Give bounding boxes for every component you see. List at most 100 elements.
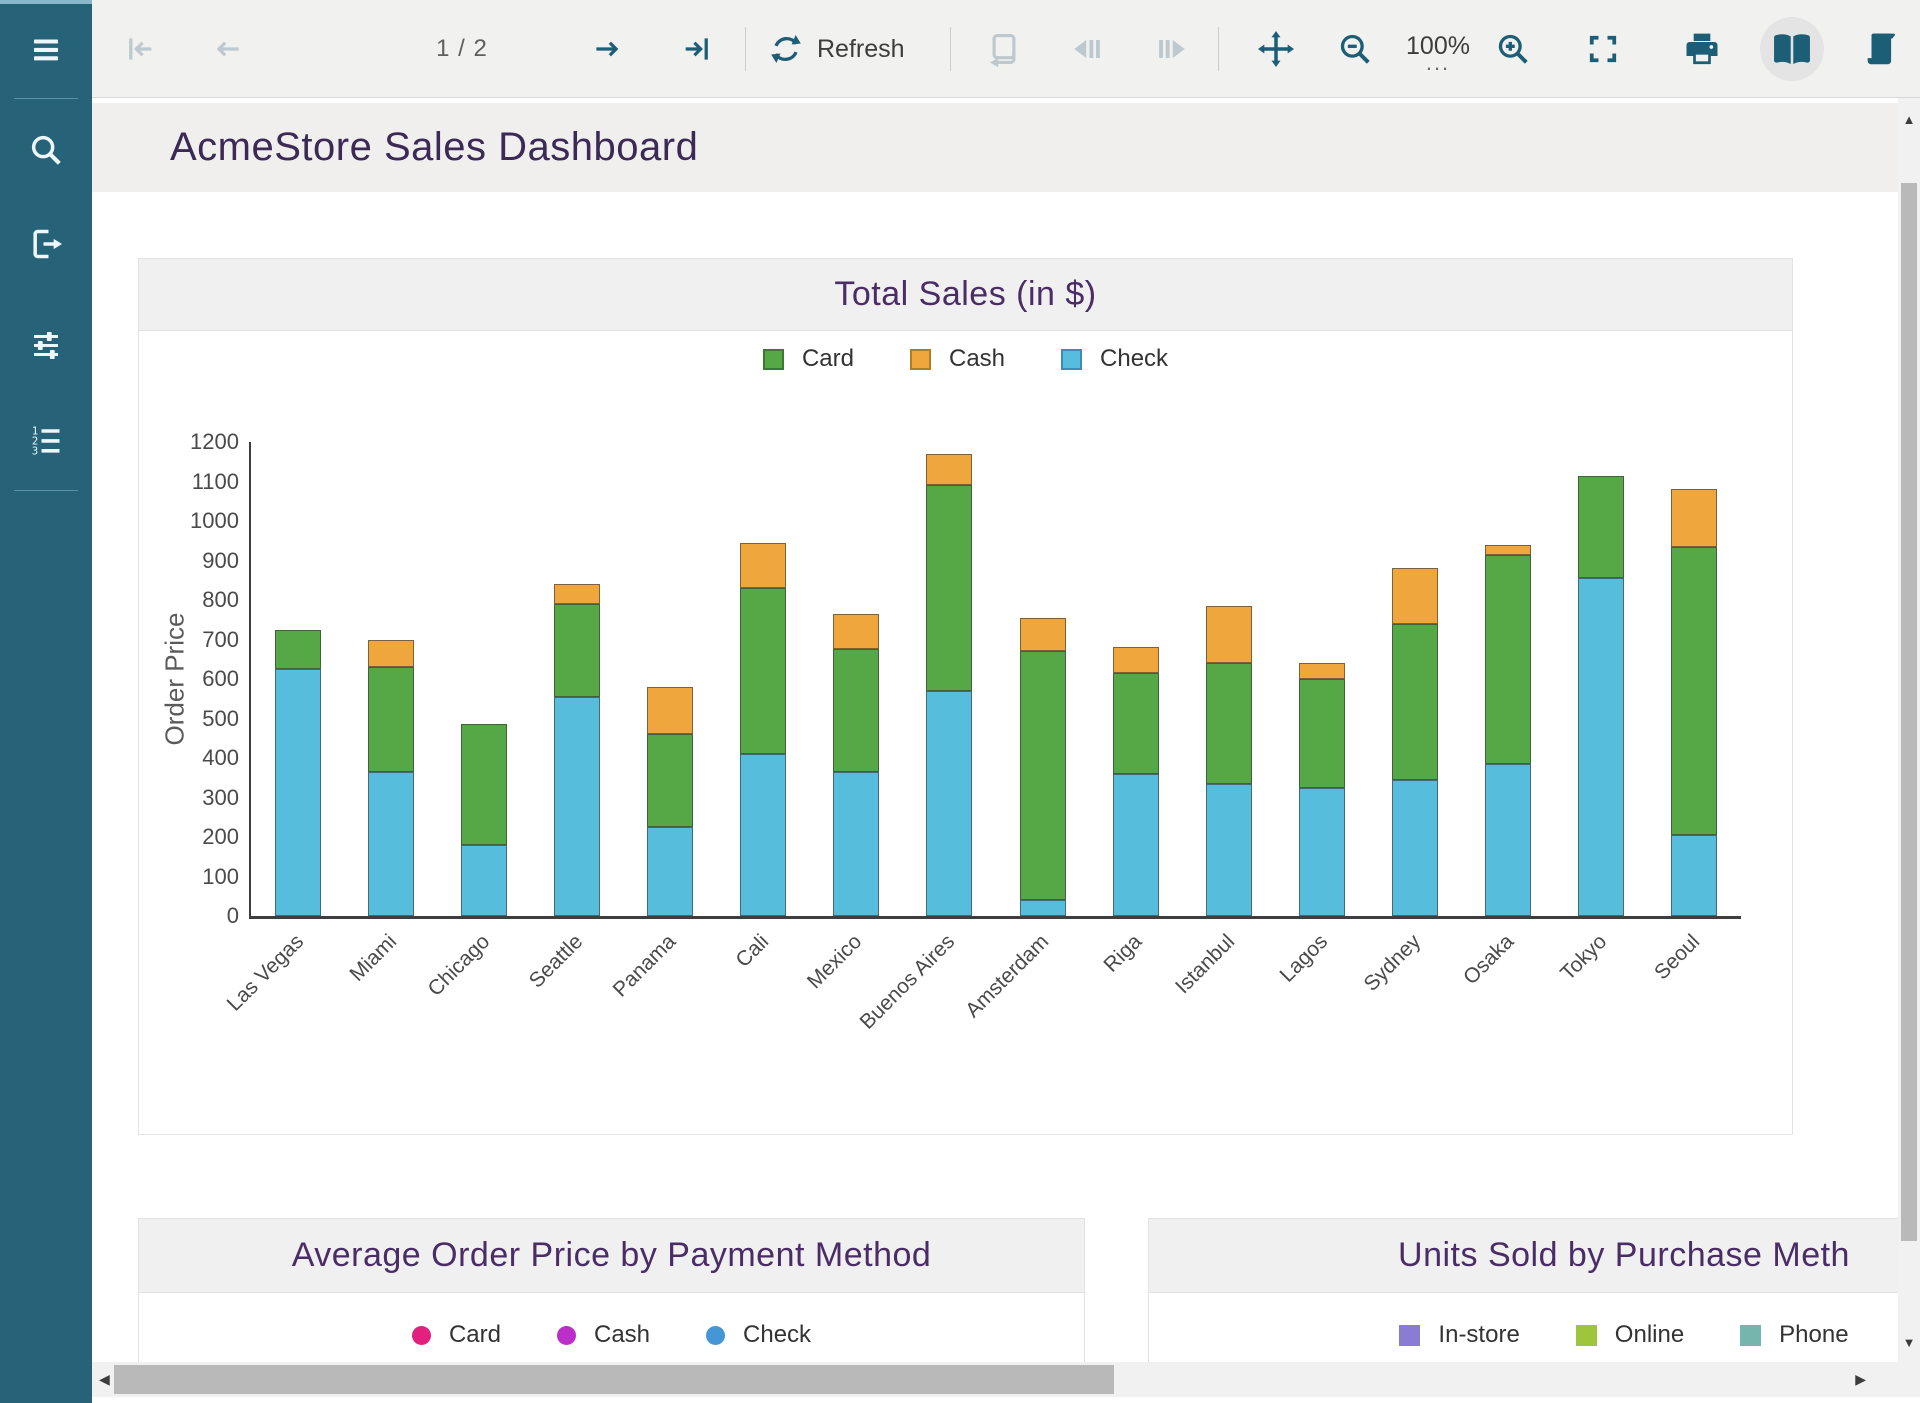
y-axis-tick-label: 1200 xyxy=(169,429,239,455)
legend-item-check[interactable]: Check xyxy=(706,1321,811,1349)
zoom-in-button[interactable] xyxy=(1481,0,1545,98)
bar-segment-check-chicago xyxy=(461,845,507,916)
bar-segment-card-seoul xyxy=(1671,547,1717,835)
legend-label: Phone xyxy=(1779,1321,1848,1349)
previous-page-button[interactable] xyxy=(196,0,260,98)
vertical-scrollbar-thumb[interactable] xyxy=(1901,183,1917,1241)
navigate-back-icon xyxy=(983,30,1021,68)
bar-segment-card-buenos-aires xyxy=(926,485,972,690)
legend-label: Card xyxy=(449,1321,501,1349)
y-axis-tick-label: 300 xyxy=(169,785,239,811)
bar-segment-cash-seattle xyxy=(554,584,600,604)
arrow-right-icon xyxy=(590,32,624,66)
legend-marker-icon xyxy=(910,349,931,370)
legend-marker-icon xyxy=(706,1326,725,1345)
report-page-area: AcmeStore Sales Dashboard Total Sales (i… xyxy=(92,98,1898,1362)
bar-segment-cash-seoul xyxy=(1671,489,1717,546)
page-title: AcmeStore Sales Dashboard xyxy=(170,103,698,192)
vertical-scrollbar[interactable]: ▲ ▼ xyxy=(1898,98,1920,1362)
chart-title-band: Average Order Price by Payment Method xyxy=(139,1219,1084,1293)
zoom-menu-dots: ... xyxy=(1426,59,1450,67)
printer-icon xyxy=(1682,29,1722,69)
legend-item-in-store[interactable]: In-store xyxy=(1399,1321,1519,1349)
zoom-level-menu[interactable]: 100% ... xyxy=(1398,0,1478,98)
menu-button[interactable] xyxy=(0,18,92,82)
fullscreen-icon xyxy=(1585,31,1621,67)
page-scroll-icon xyxy=(1861,28,1903,70)
next-page-button[interactable] xyxy=(575,0,639,98)
legend-item-card[interactable]: Card xyxy=(412,1321,501,1349)
bar-segment-check-seoul xyxy=(1671,835,1717,916)
scroll-right-arrow[interactable]: ▶ xyxy=(1855,1362,1866,1397)
legend-item-online[interactable]: Online xyxy=(1576,1321,1684,1349)
bar-segment-cash-buenos-aires xyxy=(926,454,972,486)
y-axis-tick-label: 900 xyxy=(169,548,239,574)
last-page-icon xyxy=(680,32,714,66)
bar-segment-check-riga xyxy=(1113,774,1159,916)
legend-marker-icon xyxy=(1061,349,1082,370)
refresh-button[interactable]: Refresh xyxy=(768,0,905,98)
bar-segment-check-mexico xyxy=(833,772,879,916)
bar-segment-card-tokyo xyxy=(1578,476,1624,579)
sliders-icon xyxy=(28,326,64,362)
sidebar-item-document-map[interactable]: 1 2 3 xyxy=(0,408,92,472)
legend-item-phone[interactable]: Phone xyxy=(1740,1321,1848,1349)
navigate-back-button[interactable] xyxy=(970,0,1034,98)
legend-item-card[interactable]: Card xyxy=(763,345,854,373)
chart-title-band: Units Sold by Purchase Meth xyxy=(1149,1219,1898,1293)
y-axis-tick-label: 700 xyxy=(169,627,239,653)
seek-next-icon-button[interactable] xyxy=(1140,0,1204,98)
units-sold-chart-panel: Units Sold by Purchase Meth In-store Onli… xyxy=(1148,1218,1898,1362)
bar-segment-cash-amsterdam xyxy=(1020,618,1066,652)
legend-marker-icon xyxy=(557,1326,576,1345)
refresh-label: Refresh xyxy=(817,35,905,64)
scroll-left-arrow[interactable]: ◀ xyxy=(99,1362,110,1397)
zoom-out-button[interactable] xyxy=(1323,0,1387,98)
print-button[interactable] xyxy=(1670,0,1734,98)
y-axis-tick-label: 1100 xyxy=(169,469,239,495)
legend-marker-icon xyxy=(1576,1325,1597,1346)
bar-segment-cash-miami xyxy=(368,640,414,668)
legend-item-cash[interactable]: Cash xyxy=(557,1321,650,1349)
first-page-icon xyxy=(123,32,157,66)
chart2-legend: Card Cash Check xyxy=(139,1321,1084,1349)
continuous-scroll-toggle-button[interactable] xyxy=(1850,0,1914,98)
legend-label: Check xyxy=(743,1321,811,1349)
legend-label: Cash xyxy=(594,1321,650,1349)
scroll-up-arrow[interactable]: ▲ xyxy=(1898,112,1920,127)
chart-title: Average Order Price by Payment Method xyxy=(292,1236,932,1275)
svg-text:3: 3 xyxy=(32,445,38,457)
sidebar-item-search[interactable] xyxy=(0,118,92,182)
toolbar: 1 / 2 xyxy=(92,0,1920,98)
sidebar-item-export[interactable] xyxy=(0,212,92,276)
bar-segment-card-panama xyxy=(647,734,693,827)
last-page-button[interactable] xyxy=(665,0,729,98)
bar-segment-card-las-vegas xyxy=(275,630,321,670)
print-preview-toggle-button[interactable] xyxy=(1760,0,1824,98)
pan-move-icon xyxy=(1256,29,1296,69)
y-axis-tick-label: 600 xyxy=(169,666,239,692)
legend-marker-icon xyxy=(763,349,784,370)
seek-previous-icon-button[interactable] xyxy=(1055,0,1119,98)
legend-item-cash[interactable]: Cash xyxy=(910,345,1005,373)
toolbar-separator xyxy=(950,27,951,71)
first-page-button[interactable] xyxy=(108,0,172,98)
y-axis-tick-label: 100 xyxy=(169,864,239,890)
bar-segment-cash-riga xyxy=(1113,647,1159,673)
bar-segment-cash-mexico xyxy=(833,614,879,650)
bar-segment-check-istanbul xyxy=(1206,784,1252,916)
pan-tool-button[interactable] xyxy=(1244,0,1308,98)
scroll-down-arrow[interactable]: ▼ xyxy=(1898,1335,1920,1350)
bar-segment-cash-osaka xyxy=(1485,545,1531,555)
legend-marker-icon xyxy=(1399,1325,1420,1346)
legend-item-check[interactable]: Check xyxy=(1061,345,1168,373)
fullscreen-button[interactable] xyxy=(1571,0,1635,98)
report-viewer: 1 2 3 1 / 2 xyxy=(0,0,1920,1403)
horizontal-scrollbar[interactable]: ◀ ▶ xyxy=(92,1362,1898,1397)
sidebar-divider xyxy=(14,98,78,99)
horizontal-scrollbar-thumb[interactable] xyxy=(114,1365,1114,1394)
sidebar-item-parameters[interactable] xyxy=(0,312,92,376)
bar-segment-check-cali xyxy=(740,754,786,916)
bar-segment-check-amsterdam xyxy=(1020,900,1066,916)
bar-segment-check-seattle xyxy=(554,697,600,916)
